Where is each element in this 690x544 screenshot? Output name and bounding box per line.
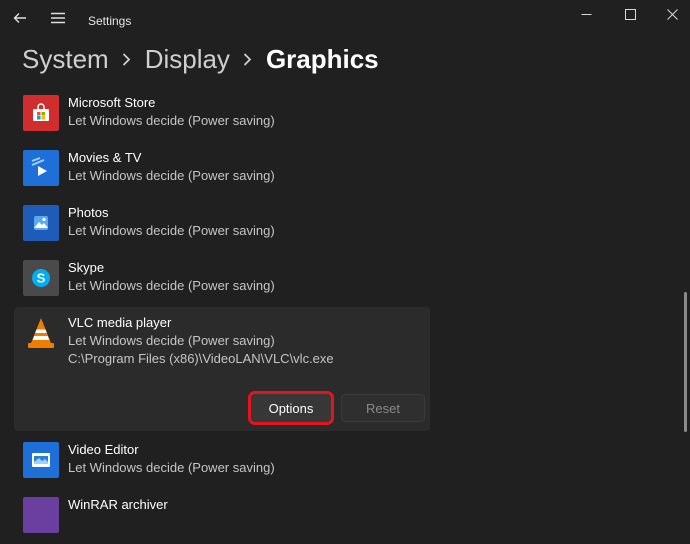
options-button[interactable]: Options bbox=[248, 391, 334, 425]
app-item-microsoft-store[interactable]: Microsoft Store Let Windows decide (Powe… bbox=[14, 87, 430, 142]
app-preference: Let Windows decide (Power saving) bbox=[68, 460, 275, 475]
winrar-icon bbox=[23, 497, 59, 533]
app-item-vlc-media-player[interactable]: VLC media player Let Windows decide (Pow… bbox=[14, 307, 430, 431]
app-name: Video Editor bbox=[68, 442, 139, 457]
app-preference: Let Windows decide (Power saving) bbox=[68, 223, 275, 238]
reset-button[interactable]: Reset bbox=[341, 394, 425, 422]
app-name: VLC media player bbox=[68, 315, 172, 330]
app-name: Photos bbox=[68, 205, 109, 220]
app-preference: Let Windows decide (Power saving) bbox=[68, 278, 275, 293]
video-editor-icon bbox=[23, 442, 59, 478]
app-item-photos[interactable]: Photos Let Windows decide (Power saving) bbox=[14, 197, 430, 252]
app-name: Movies & TV bbox=[68, 150, 142, 165]
skype-icon: S bbox=[23, 260, 59, 296]
app-preference: Let Windows decide (Power saving) bbox=[68, 113, 275, 128]
app-name: Microsoft Store bbox=[68, 95, 156, 110]
app-name: WinRAR archiver bbox=[68, 497, 168, 512]
microsoft-store-icon bbox=[23, 95, 59, 131]
app-item-movies-tv[interactable]: Movies & TV Let Windows decide (Power sa… bbox=[14, 142, 430, 197]
app-item-video-editor[interactable]: Video Editor Let Windows decide (Power s… bbox=[14, 434, 430, 489]
app-preference: Let Windows decide (Power saving) bbox=[68, 333, 275, 348]
movies-tv-icon bbox=[23, 150, 59, 186]
app-item-skype[interactable]: S Skype Let Windows decide (Power saving… bbox=[14, 252, 430, 307]
photos-icon bbox=[23, 205, 59, 241]
app-name: Skype bbox=[68, 260, 105, 275]
app-preference: Let Windows decide (Power saving) bbox=[68, 168, 275, 183]
scrollbar[interactable] bbox=[684, 292, 687, 432]
vlc-icon bbox=[23, 315, 59, 351]
svg-text:S: S bbox=[37, 271, 46, 286]
app-list: Microsoft Store Let Windows decide (Powe… bbox=[0, 0, 690, 533]
app-item-winrar[interactable]: WinRAR archiver bbox=[14, 489, 430, 544]
app-path: C:\Program Files (x86)\VideoLAN\VLC\vlc.… bbox=[68, 351, 334, 366]
